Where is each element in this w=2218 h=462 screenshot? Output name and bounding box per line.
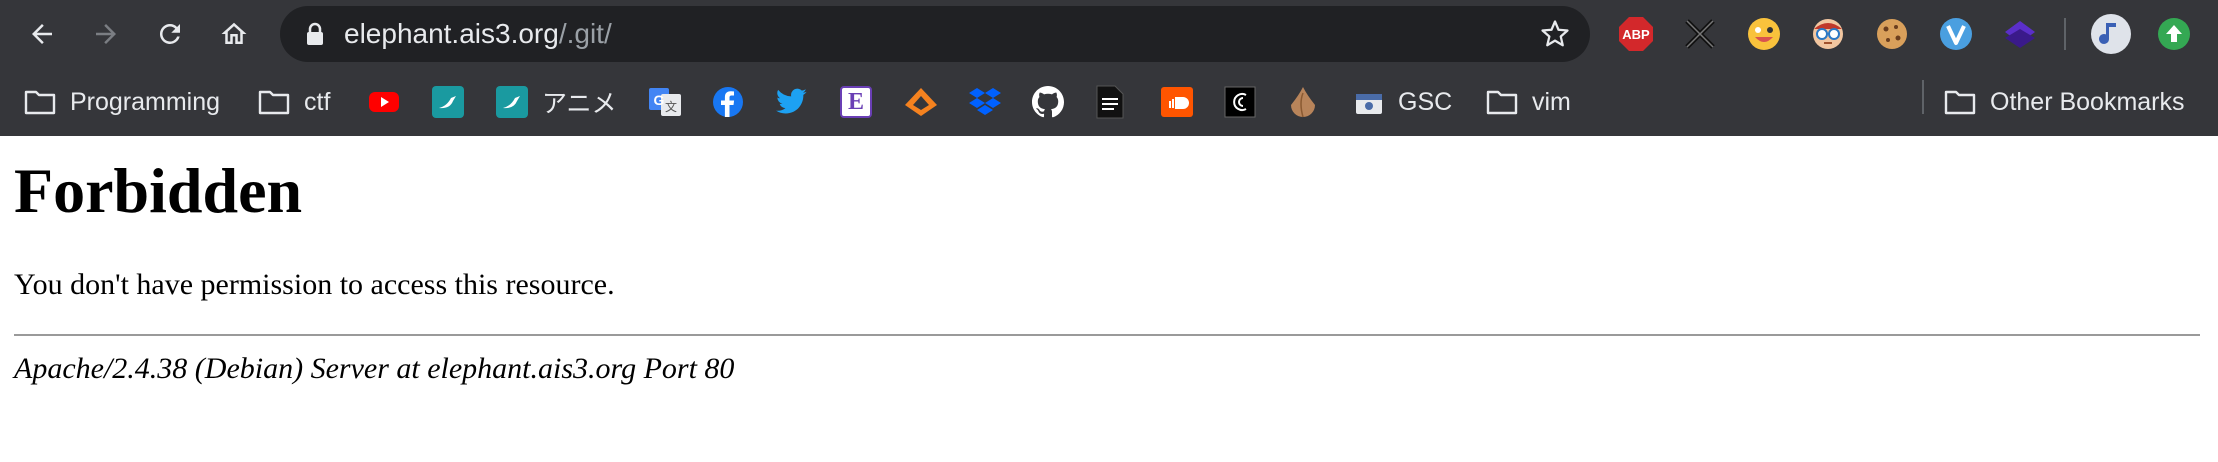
update-arrow-icon[interactable] — [2156, 16, 2192, 52]
error-message: You don't have permission to access this… — [14, 268, 615, 301]
folder-icon — [1944, 90, 1976, 115]
url-path: /.git/ — [558, 18, 612, 49]
bookmark-swirl[interactable] — [1224, 68, 1256, 136]
bookmark-folder-vim[interactable]: vim — [1486, 68, 1571, 136]
bookmarks-divider — [1922, 80, 1924, 114]
orange-diamond-icon — [905, 88, 937, 116]
crossed-tools-icon[interactable] — [1682, 16, 1718, 52]
bookmark-label: GSC — [1398, 87, 1453, 116]
grinning-emoji-icon[interactable] — [1746, 16, 1782, 52]
divider — [14, 334, 2200, 336]
bookmark-e-book[interactable]: E — [840, 68, 872, 136]
bookmark-folder-ctf[interactable]: ctf — [258, 68, 330, 136]
gsc-icon — [1356, 94, 1382, 114]
dropbox-icon — [969, 88, 1001, 115]
google-translate-icon: G文 — [649, 88, 681, 116]
facebook-icon — [713, 87, 743, 117]
bookmark-label: Programming — [70, 87, 221, 116]
toolbar-divider — [2064, 18, 2066, 50]
vimium-icon[interactable] — [1938, 16, 1974, 52]
svg-text:文: 文 — [665, 99, 677, 114]
bookmark-soundcloud[interactable] — [1160, 68, 1194, 136]
bookmark-label: vim — [1532, 87, 1571, 116]
adblock-label: ABP — [1622, 27, 1650, 42]
folder-icon — [258, 90, 290, 115]
adblock-plus-icon[interactable]: ABP — [1618, 16, 1654, 52]
soundcloud-icon — [1161, 87, 1193, 117]
bookmark-label: ctf — [304, 87, 331, 116]
onion-icon — [1291, 87, 1315, 118]
teal-bird-icon — [432, 86, 464, 118]
other-bookmarks-folder[interactable]: Other Bookmarks — [1944, 68, 2185, 136]
twitter-icon — [776, 88, 807, 114]
youtube-icon — [369, 92, 399, 112]
profile-avatar-icon[interactable] — [2090, 13, 2132, 55]
glasses-face-icon[interactable] — [1810, 16, 1846, 52]
e-book-icon: E — [840, 86, 872, 118]
bookmark-label: アニメ — [542, 90, 617, 118]
arrow-right-icon — [96, 24, 116, 44]
url-host: elephant.ais3.org — [344, 18, 559, 49]
bookmark-anime[interactable]: アニメ — [496, 68, 617, 136]
bookmark-dropbox[interactable] — [968, 68, 1002, 136]
github-icon — [1032, 86, 1064, 118]
server-signature: Apache/2.4.38 (Debian) Server at elephan… — [14, 352, 735, 385]
cookie-icon[interactable] — [1874, 16, 1910, 52]
browser-toolbar: elephant.ais3.org/.git/ ABP — [0, 0, 2218, 68]
reload-button[interactable] — [146, 10, 194, 58]
forward-button[interactable] — [82, 10, 130, 58]
bookmark-folder-programming[interactable]: Programming — [24, 68, 220, 136]
home-icon — [221, 22, 247, 44]
home-button[interactable] — [210, 10, 258, 58]
url-text[interactable]: elephant.ais3.org/.git/ — [344, 6, 612, 62]
document-icon — [1096, 85, 1124, 119]
swirl-icon — [1224, 86, 1256, 118]
bookmark-gsc[interactable]: GSC — [1354, 68, 1452, 136]
other-bookmarks-label: Other Bookmarks — [1990, 87, 2185, 116]
back-button[interactable] — [18, 10, 66, 58]
reload-icon — [159, 23, 180, 44]
lock-icon — [307, 22, 323, 45]
bookmark-facebook[interactable] — [712, 68, 744, 136]
arrow-left-icon — [32, 24, 52, 44]
page-title: Forbidden — [14, 155, 303, 226]
bookmarks-bar: Programming ctf アニメ G文 E GSC vim Other B… — [0, 68, 2218, 136]
address-bar[interactable]: elephant.ais3.org/.git/ — [280, 6, 1590, 62]
bookmark-google-translate[interactable]: G文 — [648, 68, 682, 136]
teal-bird-icon — [496, 86, 528, 118]
bookmark-orange-diamond[interactable] — [904, 68, 938, 136]
bookmark-onion[interactable] — [1288, 68, 1318, 136]
bookmark-document[interactable] — [1096, 68, 1124, 136]
star-icon[interactable] — [1540, 19, 1570, 49]
bookmark-youtube[interactable] — [368, 68, 400, 136]
svg-text:G: G — [654, 92, 665, 108]
bookmark-github[interactable] — [1032, 68, 1064, 136]
bookmark-teal-bird[interactable] — [432, 68, 464, 136]
purple-layers-icon[interactable] — [2002, 16, 2038, 52]
bookmark-twitter[interactable] — [776, 68, 808, 136]
folder-icon — [24, 90, 56, 115]
folder-icon — [1486, 90, 1518, 115]
